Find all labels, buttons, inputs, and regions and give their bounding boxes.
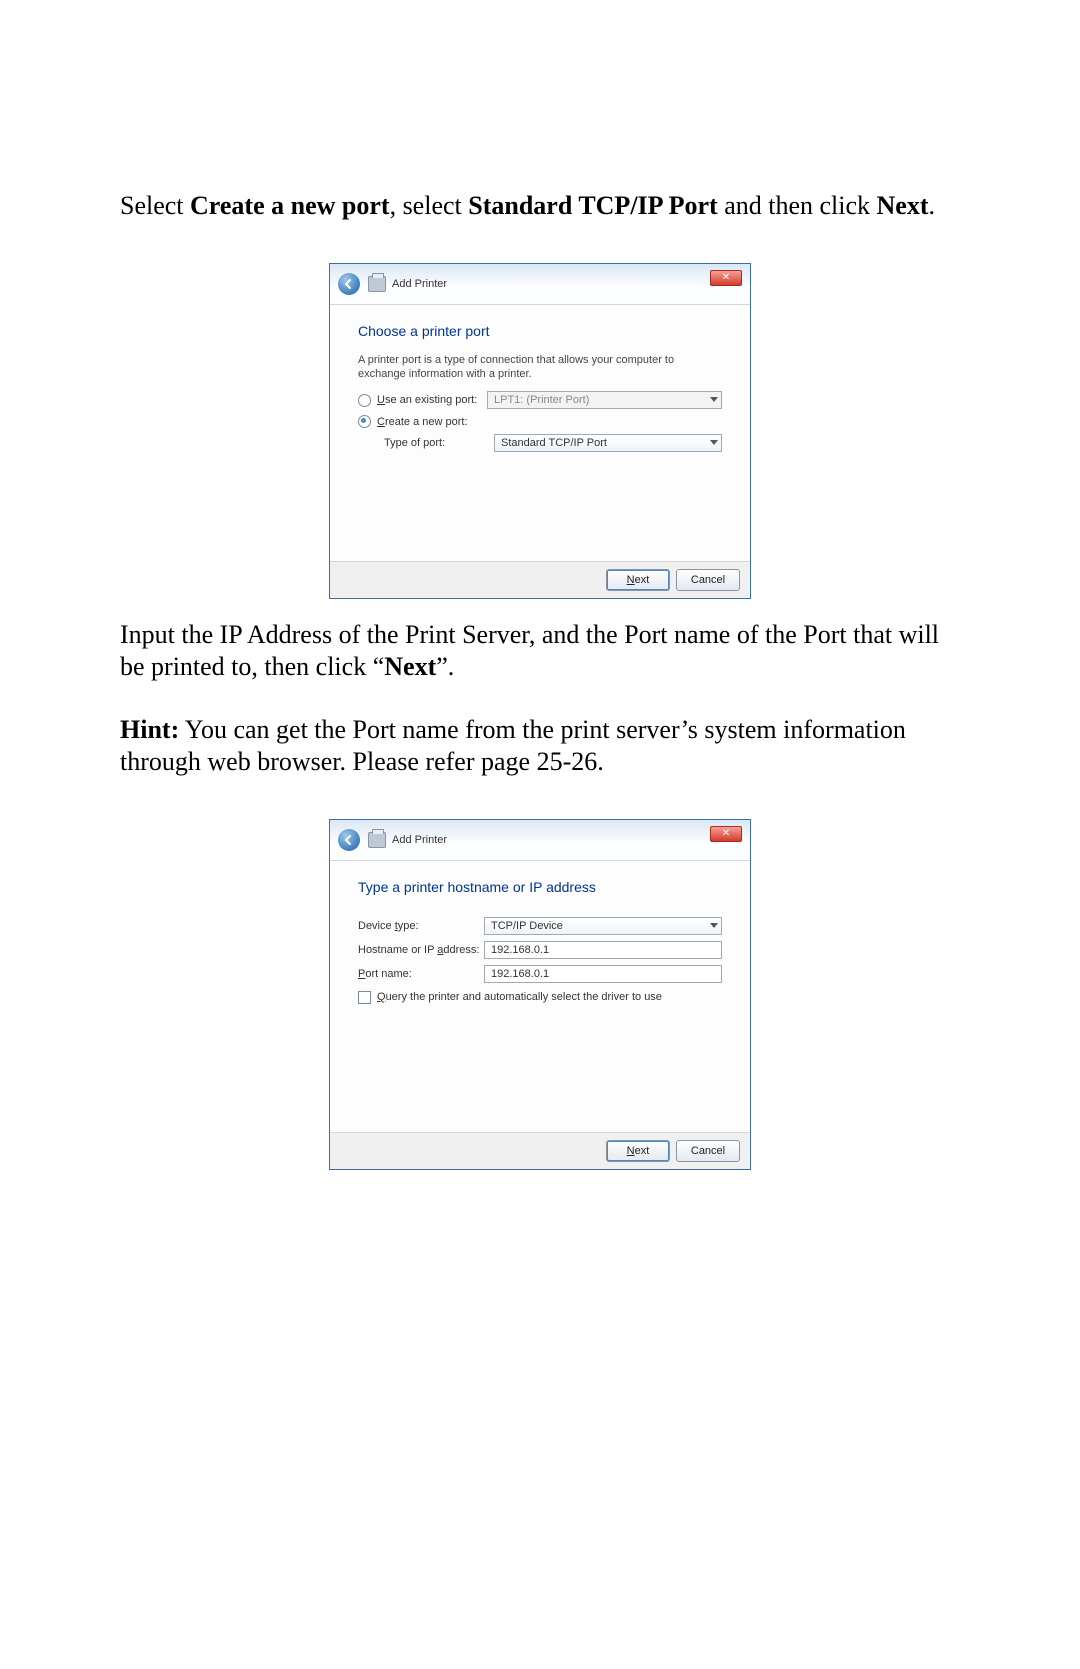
text: , select xyxy=(390,191,469,220)
option-create-port-row: Create a new port: xyxy=(358,415,722,428)
cancel-button[interactable]: Cancel xyxy=(676,569,740,591)
cancel-button[interactable]: Cancel xyxy=(676,1140,740,1162)
text: uery the printer and automatically selec… xyxy=(386,991,662,1003)
printer-icon xyxy=(368,832,386,848)
accelerator: N xyxy=(627,574,635,586)
accelerator: N xyxy=(627,1145,635,1157)
wizard-description: A printer port is a type of connection t… xyxy=(358,353,722,382)
text: You can get the Port name from the print… xyxy=(120,715,906,777)
port-name-input[interactable]: 192.168.0.1 xyxy=(484,965,722,983)
add-printer-wizard-2: Add Printer ✕ Type a printer hostname or… xyxy=(329,819,751,1170)
chevron-down-icon xyxy=(710,397,718,402)
text: Device xyxy=(358,920,395,932)
hostname-input[interactable]: 192.168.0.1 xyxy=(484,941,722,959)
text: se an existing port: xyxy=(385,394,477,406)
text: ddress: xyxy=(443,944,479,956)
bold-text: Standard TCP/IP Port xyxy=(468,191,717,220)
option-existing-port-label: Use an existing port: xyxy=(377,394,487,406)
dropdown-value: LPT1: (Printer Port) xyxy=(494,394,589,406)
text: reate a new port: xyxy=(385,416,468,428)
text: ”. xyxy=(436,652,454,681)
dropdown-value: Standard TCP/IP Port xyxy=(501,437,607,449)
wizard-body: Type a printer hostname or IP address De… xyxy=(330,861,750,1132)
hint-paragraph: Hint: You can get the Port name from the… xyxy=(120,714,960,779)
wizard-heading: Choose a printer port xyxy=(358,323,722,339)
device-type-dropdown[interactable]: TCP/IP Device xyxy=(484,917,722,935)
add-printer-wizard-1: Add Printer ✕ Choose a printer port A pr… xyxy=(329,263,751,599)
device-type-label: Device type: xyxy=(358,920,484,932)
wizard-footer: Next Cancel xyxy=(330,1132,750,1169)
type-of-port-row: Type of port: Standard TCP/IP Port xyxy=(358,434,722,452)
hostname-row: Hostname or IP address: 192.168.0.1 xyxy=(358,941,722,959)
instruction-1: Select Create a new port, select Standar… xyxy=(120,190,960,223)
existing-port-dropdown: LPT1: (Printer Port) xyxy=(487,391,722,409)
bold-text: Next xyxy=(877,191,929,220)
accelerator: U xyxy=(377,394,385,406)
text: ype: xyxy=(398,920,419,932)
text: ort name: xyxy=(365,968,411,980)
next-button[interactable]: Next xyxy=(606,569,670,591)
close-button[interactable]: ✕ xyxy=(710,826,742,842)
query-printer-label: Query the printer and automatically sele… xyxy=(377,991,662,1003)
text: and then click xyxy=(718,191,877,220)
accelerator: C xyxy=(377,416,385,428)
radio-existing-port[interactable] xyxy=(358,394,371,407)
hostname-label: Hostname or IP address: xyxy=(358,944,484,956)
arrow-left-icon xyxy=(343,278,355,290)
wizard-footer: Next Cancel xyxy=(330,561,750,598)
text: Hostname or IP xyxy=(358,944,437,956)
bold-text: Next xyxy=(384,652,436,681)
chevron-down-icon xyxy=(710,923,718,928)
next-button[interactable]: Next xyxy=(606,1140,670,1162)
radio-create-port[interactable] xyxy=(358,415,371,428)
text: ext xyxy=(635,574,650,586)
back-button[interactable] xyxy=(338,829,360,851)
wizard-title: Add Printer xyxy=(392,834,447,846)
option-create-port-label: Create a new port: xyxy=(377,416,487,428)
printer-icon xyxy=(368,276,386,292)
type-of-port-label: Type of port: xyxy=(384,437,494,449)
query-printer-checkbox[interactable] xyxy=(358,991,371,1004)
text: ext xyxy=(635,1145,650,1157)
text: . xyxy=(929,191,936,220)
bold-text: Create a new port xyxy=(190,191,390,220)
arrow-left-icon xyxy=(343,834,355,846)
port-name-label: Port name: xyxy=(358,968,484,980)
instruction-2: Input the IP Address of the Print Server… xyxy=(120,619,960,684)
type-of-port-dropdown[interactable]: Standard TCP/IP Port xyxy=(494,434,722,452)
bold-text: Hint: xyxy=(120,715,179,744)
wizard-titlebar: Add Printer ✕ xyxy=(330,264,750,305)
close-button[interactable]: ✕ xyxy=(710,270,742,286)
port-name-row: Port name: 192.168.0.1 xyxy=(358,965,722,983)
dropdown-value: TCP/IP Device xyxy=(491,920,563,932)
wizard-title: Add Printer xyxy=(392,278,447,290)
accelerator: Q xyxy=(377,991,386,1003)
wizard-titlebar: Add Printer ✕ xyxy=(330,820,750,861)
text: Input the IP Address of the Print Server… xyxy=(120,620,939,682)
wizard-body: Choose a printer port A printer port is … xyxy=(330,305,750,561)
text: Select xyxy=(120,191,190,220)
back-button[interactable] xyxy=(338,273,360,295)
device-type-row: Device type: TCP/IP Device xyxy=(358,917,722,935)
wizard-heading: Type a printer hostname or IP address xyxy=(358,879,722,895)
query-printer-row: Query the printer and automatically sele… xyxy=(358,991,722,1004)
chevron-down-icon xyxy=(710,440,718,445)
option-existing-port-row: Use an existing port: LPT1: (Printer Por… xyxy=(358,391,722,409)
